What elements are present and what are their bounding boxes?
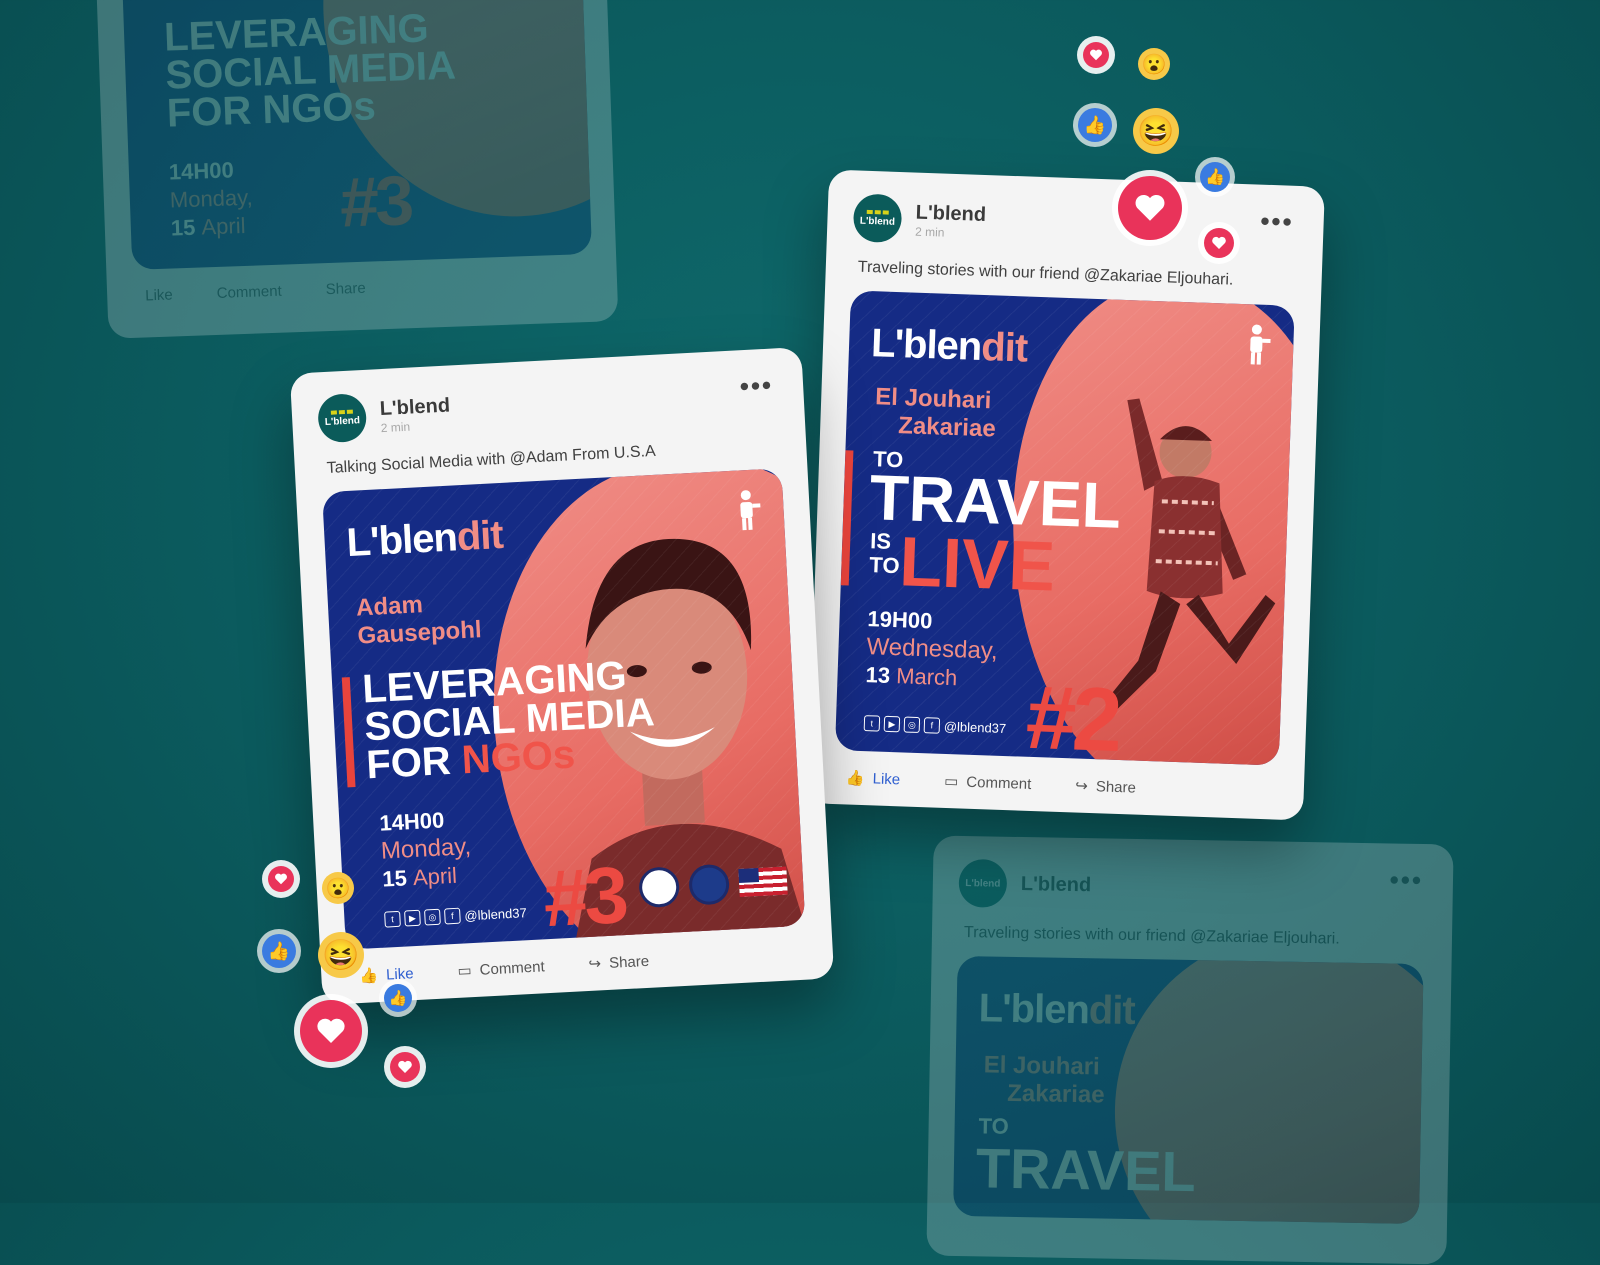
speaker-name: El Jouhari Zakariae [874, 383, 997, 443]
thumbs-up-icon: 👍 [845, 769, 865, 788]
comment-icon: ▭ [457, 962, 473, 980]
thumbs-up-reaction-icon: 👍 [1078, 108, 1112, 142]
post-time: 2 min [380, 419, 411, 435]
youtube-icon[interactable]: ▶ [883, 715, 901, 733]
post-creative-image[interactable]: L'blendit Adam Gausepohl LEVERAGING SOCI… [322, 468, 806, 950]
faded-episode-number: #3 [338, 161, 412, 242]
wow-reaction-icon: 😮 [1138, 48, 1170, 80]
comment-button[interactable]: ▭ Comment [457, 957, 545, 980]
share-icon: ↪ [588, 955, 602, 973]
heart-reaction-icon [1083, 42, 1109, 68]
faded-when: 14H00 Monday, 15 April [168, 157, 254, 241]
episode-number: #2 [1024, 667, 1121, 766]
youtube-icon[interactable]: ▶ [404, 909, 421, 927]
share-button[interactable]: ↪ Share [1075, 777, 1136, 797]
post-card-travel: L'blend L'blend 2 min ••• Traveling stor… [807, 169, 1325, 821]
thumbs-up-reaction-icon: 👍 [384, 984, 412, 1012]
instagram-icon[interactable]: ◎ [903, 716, 921, 734]
heart-reaction-icon [390, 1052, 420, 1082]
headline-live: LIVE [898, 522, 1057, 606]
faded-post-bottom-right: L'blend L'blend ••• Traveling stories wi… [926, 835, 1454, 1265]
share-button[interactable]: ↪ Share [588, 952, 649, 973]
event-when: 14H00 Monday, 15 April [378, 807, 472, 892]
event-when: 19H00 Wednesday, 13 March [865, 606, 999, 691]
headline-to-2: TO [869, 552, 901, 579]
facebook-icon[interactable]: f [444, 907, 461, 925]
partner-logos [638, 861, 788, 909]
person-icon [1250, 324, 1271, 365]
post-header: L'blend L'blend 2 min ••• [316, 370, 779, 444]
state-department-seal-icon [638, 866, 681, 909]
post-card-ngos: L'blend L'blend 2 min ••• Talking Social… [289, 347, 835, 1005]
speaker-name: Adam Gausepohl [355, 591, 483, 650]
share-icon: ↪ [1074, 777, 1089, 795]
faded-actions: Like Comment Share [144, 279, 366, 305]
faded-avatar: L'blend [958, 858, 1008, 908]
comment-icon: ▭ [943, 772, 959, 791]
avatar[interactable]: L'blend [852, 193, 903, 244]
like-button[interactable]: 👍 Like [359, 964, 414, 985]
more-options-icon[interactable]: ••• [1260, 206, 1294, 237]
thumbs-up-reaction-icon: 👍 [262, 934, 296, 968]
heart-reaction-icon [1204, 228, 1234, 258]
brand-logo: L'blendit [345, 512, 504, 566]
twitter-icon[interactable]: t [384, 910, 401, 928]
post-caption: Traveling stories with our friend @Zakar… [857, 258, 1234, 289]
instagram-icon[interactable]: ◎ [424, 908, 441, 926]
faded-headline: LEVERAGING SOCIAL MEDIA FOR NGOs [163, 6, 457, 136]
post-time: 2 min [914, 224, 945, 240]
thumbs-up-icon: 👍 [359, 967, 379, 986]
facebook-icon[interactable]: f [923, 717, 941, 734]
wow-reaction-icon: 😮 [322, 872, 354, 904]
social-handle: @lblend37 [464, 904, 528, 923]
heart-reaction-icon [300, 1000, 362, 1062]
faded-creative: LEVERAGING SOCIAL MEDIA FOR NGOs 14H00 M… [118, 0, 593, 270]
us-flag-icon [738, 866, 788, 897]
faded-more-options-icon: ••• [1389, 864, 1424, 896]
like-button[interactable]: 👍 Like [846, 768, 901, 788]
author-name[interactable]: L'blend [379, 394, 450, 421]
partner-seal-icon [688, 863, 731, 906]
headline: LEVERAGING SOCIAL MEDIA FOR NGOs [361, 653, 656, 788]
avatar[interactable]: L'blend [316, 392, 368, 444]
post-creative-image[interactable]: L'blendit El Jouhari Zakariae TO TRAVEL … [834, 290, 1295, 766]
laugh-reaction-icon: 😆 [1133, 108, 1179, 154]
person-icon [740, 490, 761, 531]
author-name[interactable]: L'blend [915, 201, 986, 226]
post-actions: 👍 Like ▭ Comment ↪ Share [359, 944, 807, 985]
episode-number: #3 [541, 850, 627, 944]
comment-button[interactable]: ▭ Comment [944, 772, 1032, 793]
heart-reaction-icon [1118, 176, 1182, 240]
faded-post-top-left: LEVERAGING SOCIAL MEDIA FOR NGOs 14H00 M… [91, 0, 619, 339]
thumbs-up-reaction-icon: 👍 [1200, 162, 1230, 192]
social-handle: @lblend37 [943, 718, 1007, 736]
more-options-icon[interactable]: ••• [739, 370, 774, 402]
laugh-reaction-icon: 😆 [318, 932, 364, 978]
brand-logo: L'blendit [870, 321, 1028, 371]
headline-is: IS [869, 528, 892, 554]
post-actions: 👍 Like ▭ Comment ↪ Share [846, 768, 1278, 801]
heart-reaction-icon [268, 866, 294, 892]
twitter-icon[interactable]: t [863, 715, 881, 732]
